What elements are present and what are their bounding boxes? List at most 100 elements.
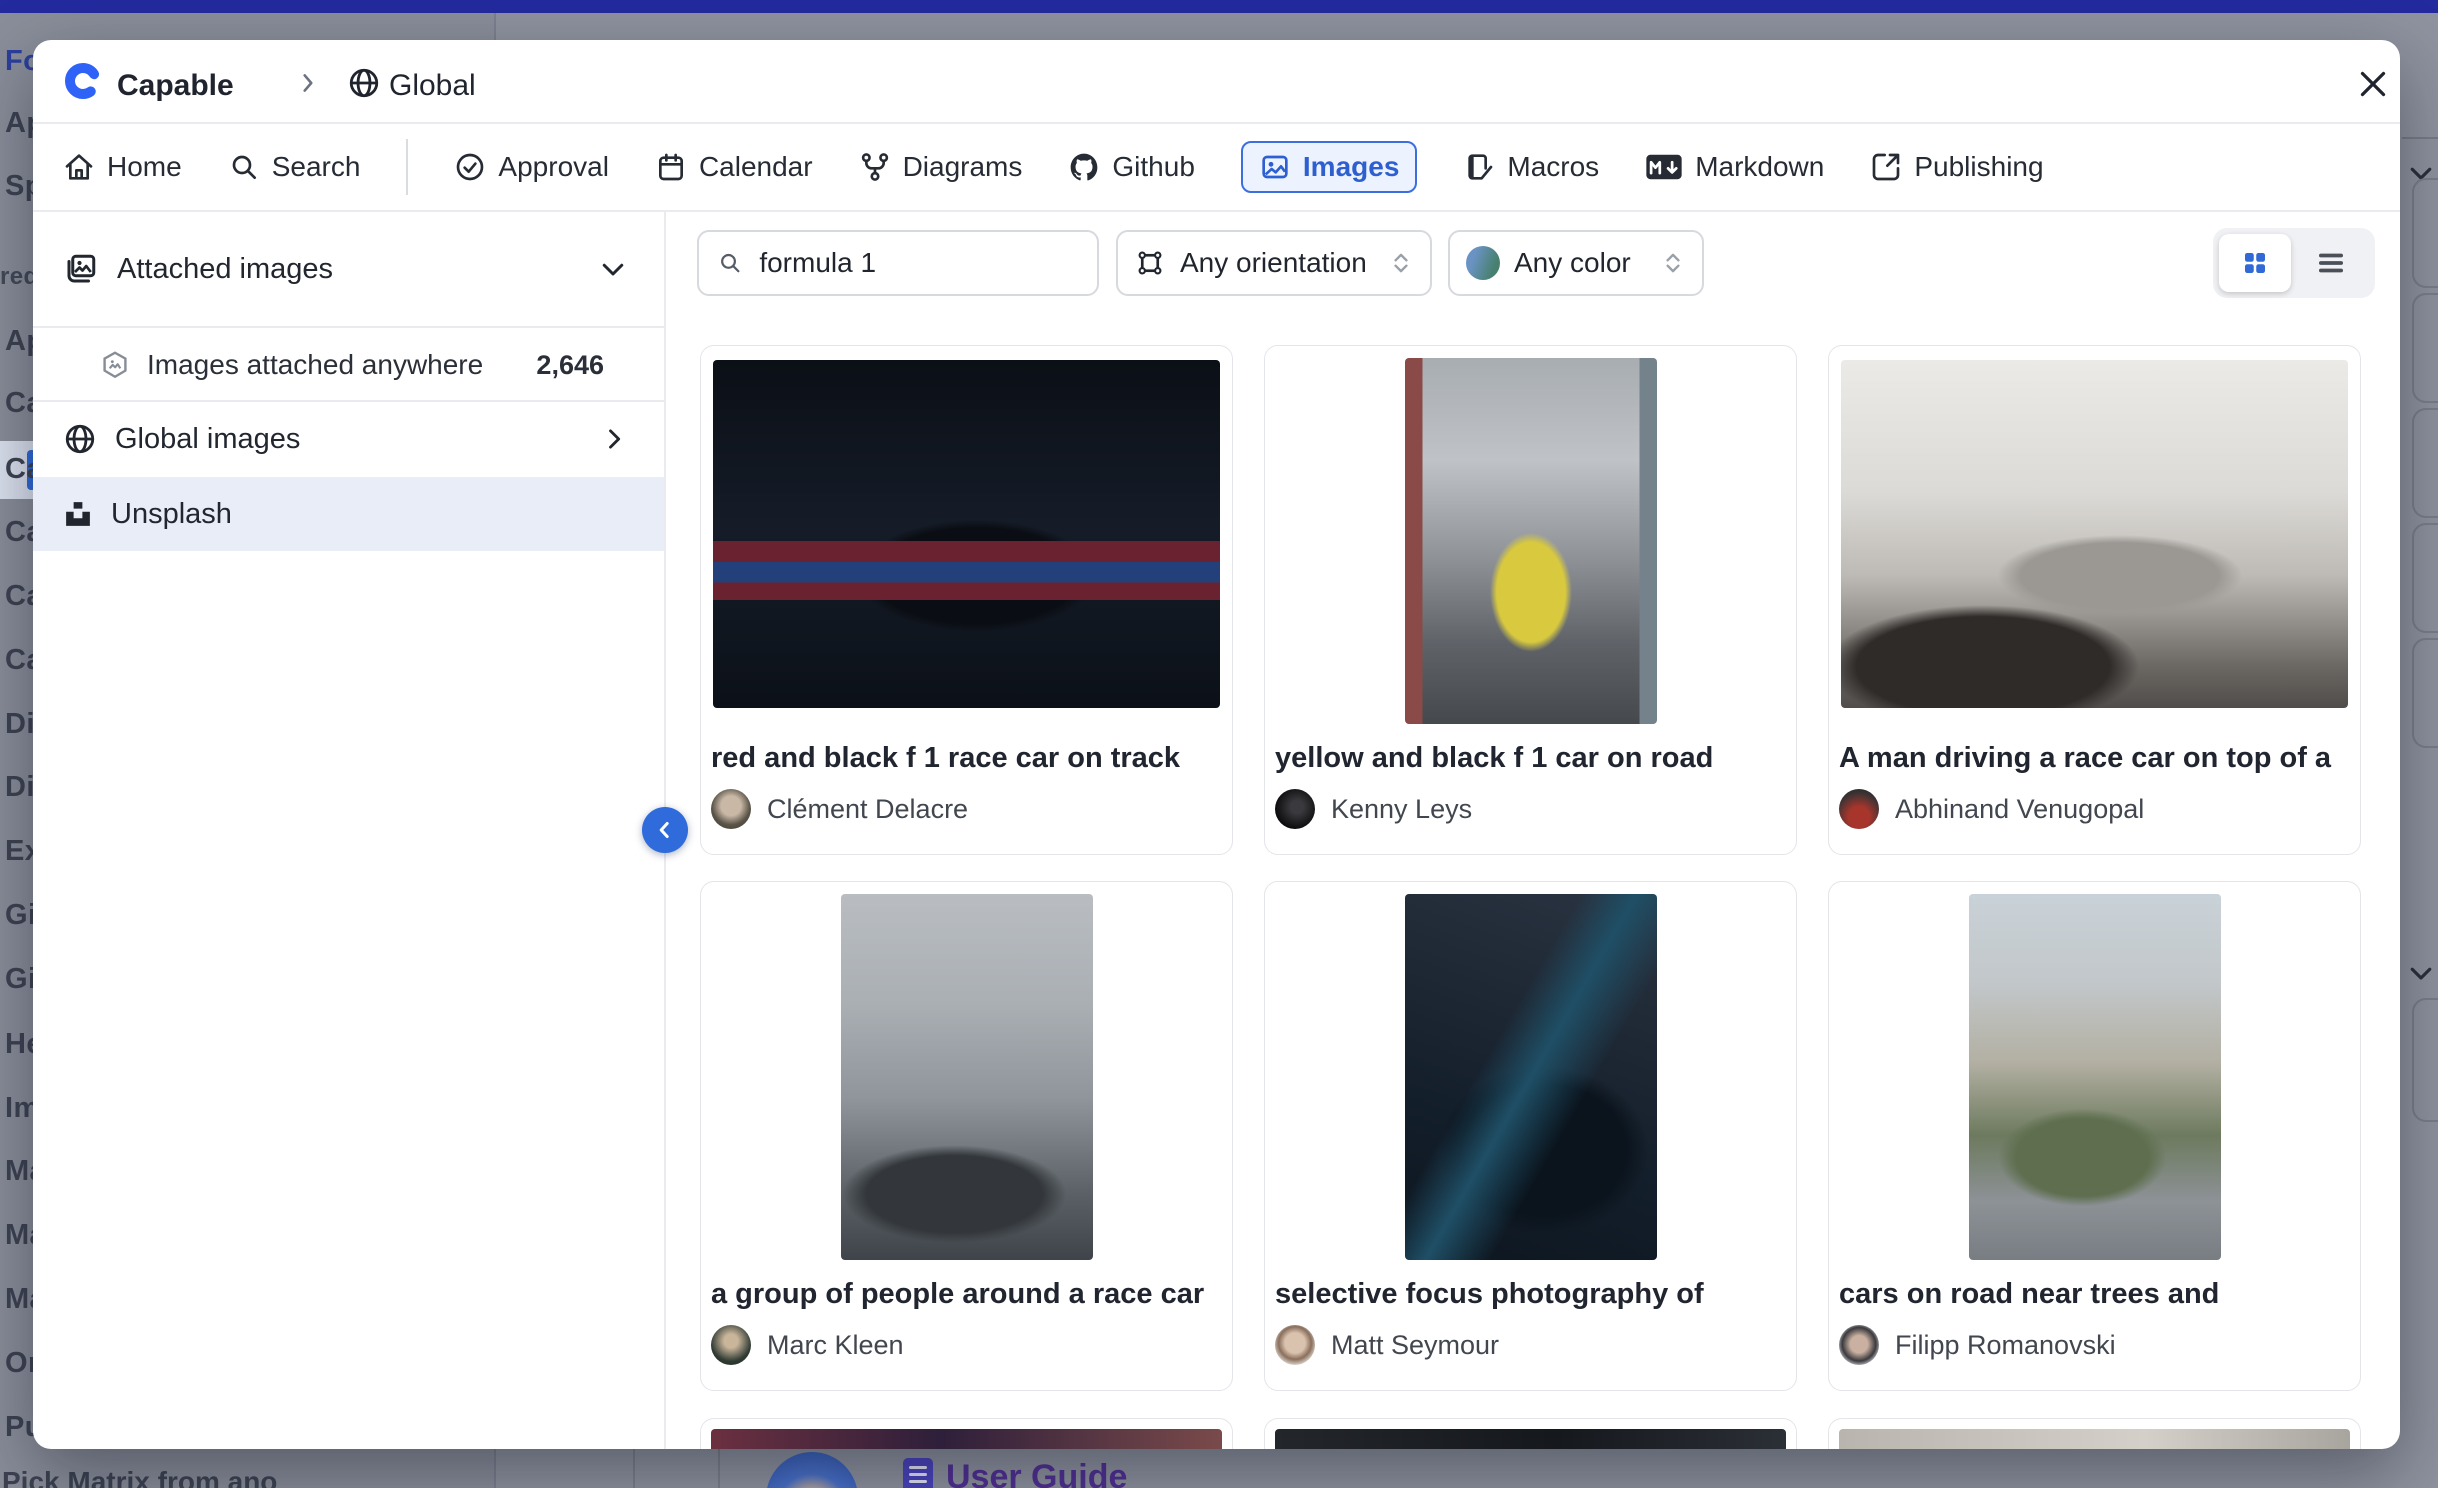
unsplash-icon	[63, 499, 93, 529]
image-thumb-box	[1839, 356, 2350, 728]
color-select[interactable]: Any color	[1448, 230, 1704, 296]
sidebar-item-unsplash[interactable]: Unsplash	[33, 477, 664, 551]
globe-icon	[63, 422, 97, 456]
image-card[interactable]: red and black f 1 race car on track Clém…	[700, 345, 1233, 855]
image-author: Kenny Leys	[1275, 789, 1786, 829]
diagrams-icon	[859, 151, 891, 183]
photo-thumbnail	[841, 894, 1093, 1260]
background-divider	[633, 1449, 635, 1488]
image-thumb-box	[1275, 892, 1786, 1264]
capable-logo-icon	[63, 61, 103, 101]
background-text: Pick Matrix from ano	[2, 1466, 277, 1488]
color-swatch-icon	[1466, 246, 1500, 280]
image-card[interactable]	[1828, 1418, 2361, 1449]
background-card-edge	[2412, 523, 2438, 633]
image-picker-dialog: Capable Global Home Search	[33, 40, 2400, 1449]
sidebar-item-label: Unsplash	[111, 498, 232, 531]
chevron-down-icon	[598, 254, 628, 284]
image-card[interactable]	[1264, 1418, 1797, 1449]
sidebar-item-label: Attached images	[117, 253, 333, 286]
orientation-crop-icon	[1134, 247, 1166, 279]
author-name: Matt Seymour	[1331, 1330, 1499, 1361]
photo-thumbnail	[1405, 358, 1657, 724]
author-name: Kenny Leys	[1331, 794, 1472, 825]
search-input[interactable]	[757, 246, 1079, 280]
divider	[33, 122, 2400, 124]
sidebar-item-label: Global images	[115, 423, 300, 456]
author-avatar	[1275, 789, 1315, 829]
image-search-field[interactable]	[697, 230, 1099, 296]
tab-macros[interactable]: Macros	[1463, 151, 1599, 183]
tab-label: Images	[1303, 151, 1400, 183]
author-avatar	[1275, 1325, 1315, 1365]
image-card[interactable]: cars on road near trees and Filipp Roman…	[1828, 881, 2361, 1391]
author-name: Abhinand Venugopal	[1895, 794, 2144, 825]
image-card[interactable]: a group of people around a race car Marc…	[700, 881, 1233, 1391]
macros-icon	[1463, 151, 1495, 183]
tab-markdown[interactable]: Markdown	[1645, 151, 1824, 183]
tab-label: Search	[272, 151, 361, 183]
tab-diagrams[interactable]: Diagrams	[859, 151, 1023, 183]
background-card-edge	[2412, 408, 2438, 518]
tab-label: Github	[1112, 151, 1195, 183]
tab-calendar[interactable]: Calendar	[655, 151, 813, 183]
photo-thumbnail	[1275, 1429, 1786, 1449]
image-author: Filipp Romanovski	[1839, 1325, 2350, 1365]
list-icon	[2315, 247, 2347, 279]
home-icon	[63, 151, 95, 183]
image-thumb-box	[711, 356, 1222, 728]
sidebar-item-images-attached-anywhere[interactable]: Images attached anywhere 2,646	[33, 328, 664, 402]
author-avatar	[1839, 789, 1879, 829]
sidebar-item-label: Images attached anywhere	[147, 349, 483, 381]
tab-home[interactable]: Home	[63, 151, 182, 183]
hexagon-image-icon	[99, 349, 131, 381]
tab-approval[interactable]: Approval	[454, 151, 609, 183]
tab-publishing[interactable]: Publishing	[1870, 151, 2043, 183]
sidebar-item-attached-images[interactable]: Attached images	[33, 212, 664, 326]
document-icon	[903, 1458, 933, 1488]
author-avatar	[711, 1325, 751, 1365]
sidebar-item-global-images[interactable]: Global images	[33, 402, 664, 476]
tab-label: Approval	[498, 151, 609, 183]
image-title: red and black f 1 race car on track	[711, 742, 1222, 775]
approval-icon	[454, 151, 486, 183]
collapse-sidebar-button[interactable]	[642, 807, 688, 853]
view-toggle	[2213, 228, 2375, 298]
tab-label: Calendar	[699, 151, 813, 183]
chevron-right-icon	[600, 425, 628, 453]
author-avatar	[711, 789, 751, 829]
image-card[interactable]: A man driving a race car on top of a Abh…	[1828, 345, 2361, 855]
tab-search[interactable]: Search	[228, 151, 361, 183]
image-card[interactable]: yellow and black f 1 car on road Kenny L…	[1264, 345, 1797, 855]
breadcrumb[interactable]: Global	[389, 69, 476, 103]
dialog-tabs: Home Search Approval Calendar Diagrams	[63, 136, 2044, 198]
author-name: Clément Delacre	[767, 794, 968, 825]
photo-thumbnail	[713, 360, 1220, 708]
close-icon[interactable]	[2355, 66, 2391, 102]
tab-label: Home	[107, 151, 182, 183]
search-icon	[228, 151, 260, 183]
grid-view-button[interactable]	[2219, 234, 2291, 292]
brand-name: Capable	[117, 69, 234, 103]
image-card[interactable]: selective focus photography of Matt Seym…	[1264, 881, 1797, 1391]
markdown-icon	[1645, 152, 1683, 182]
image-author: Abhinand Venugopal	[1839, 789, 2350, 829]
globe-icon	[347, 66, 381, 100]
image-thumb-box	[711, 892, 1222, 1264]
background-card-edge	[2412, 178, 2438, 288]
image-title: A man driving a race car on top of a	[1839, 742, 2350, 775]
tab-images[interactable]: Images	[1241, 141, 1418, 193]
tab-github[interactable]: Github	[1068, 151, 1195, 183]
orientation-value: Any orientation	[1180, 247, 1367, 279]
image-card[interactable]	[700, 1418, 1233, 1449]
images-icon	[1259, 151, 1291, 183]
background-top-bar	[0, 0, 2438, 13]
orientation-select[interactable]: Any orientation	[1116, 230, 1432, 296]
background-divider	[718, 1449, 720, 1488]
tab-label: Markdown	[1695, 151, 1824, 183]
background-card-edge	[2412, 638, 2438, 748]
photo-thumbnail	[711, 1429, 1222, 1449]
list-view-button[interactable]	[2295, 234, 2367, 292]
count-badge: 2,646	[536, 350, 604, 381]
photo-thumbnail	[1839, 1429, 2350, 1449]
